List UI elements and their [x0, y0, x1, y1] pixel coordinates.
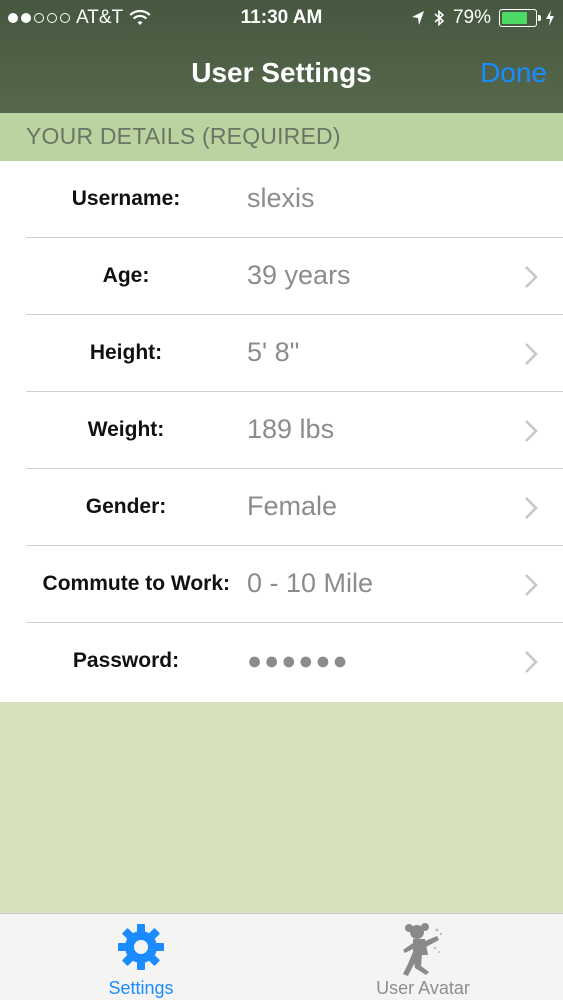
commute-row[interactable]: Commute to Work: 0 - 10 Mile — [0, 546, 563, 623]
age-row[interactable]: Age: 39 years — [0, 238, 563, 315]
age-label: Age: — [102, 264, 150, 287]
weight-label: Weight: — [87, 418, 165, 441]
tab-bar: Settings User Avatar — [0, 913, 563, 1000]
password-value: ●●●●●● — [247, 647, 350, 675]
battery-icon — [499, 9, 541, 27]
weight-value: 189 lbs — [247, 414, 335, 444]
section-header: YOUR DETAILS (REQUIRED) — [0, 113, 563, 161]
password-label: Password: — [72, 649, 180, 672]
gender-row[interactable]: Gender: Female — [0, 469, 563, 546]
chevron-right-icon — [525, 343, 538, 365]
chevron-right-icon — [525, 420, 538, 442]
username-field[interactable]: slexis — [247, 183, 315, 214]
username-row[interactable]: Username: slexis — [0, 161, 563, 238]
height-value: 5' 8" — [247, 337, 300, 367]
password-row[interactable]: Password: ●●●●●● — [0, 623, 563, 700]
age-value: 39 years — [247, 260, 351, 290]
chevron-right-icon — [525, 651, 538, 673]
status-right: 79% — [411, 7, 555, 29]
settings-table: Username: slexis Age: 39 years Height: 5… — [0, 161, 563, 702]
commute-value: 0 - 10 Mile — [247, 568, 374, 598]
tab-settings[interactable]: Settings — [0, 914, 282, 1000]
navigation-header: AT&T 11:30 AM 79% User Settings Done — [0, 0, 563, 113]
chevron-right-icon — [525, 497, 538, 519]
tab-user-avatar[interactable]: User Avatar — [282, 914, 563, 1000]
chevron-right-icon — [525, 266, 538, 288]
battery-fill — [502, 12, 528, 24]
page-title: User Settings — [191, 57, 372, 88]
gear-icon — [118, 924, 164, 970]
bluetooth-icon — [434, 9, 445, 27]
tab-settings-label: Settings — [108, 978, 174, 998]
location-arrow-icon — [411, 11, 424, 25]
gender-label: Gender: — [85, 495, 167, 518]
gender-value: Female — [247, 491, 338, 521]
height-label: Height: — [89, 341, 163, 364]
commute-label: Commute to Work: — [42, 572, 230, 595]
height-row[interactable]: Height: 5' 8" — [0, 315, 563, 392]
charging-bolt-icon — [546, 10, 554, 26]
battery-percent: 79% — [452, 7, 491, 28]
username-label: Username: — [71, 187, 181, 210]
tab-user-avatar-label: User Avatar — [376, 978, 470, 998]
avatar-figure-icon — [403, 923, 443, 976]
weight-row[interactable]: Weight: 189 lbs — [0, 392, 563, 469]
done-button[interactable]: Done — [480, 57, 547, 89]
status-bar: AT&T 11:30 AM 79% — [0, 0, 563, 36]
chevron-right-icon — [525, 574, 538, 596]
